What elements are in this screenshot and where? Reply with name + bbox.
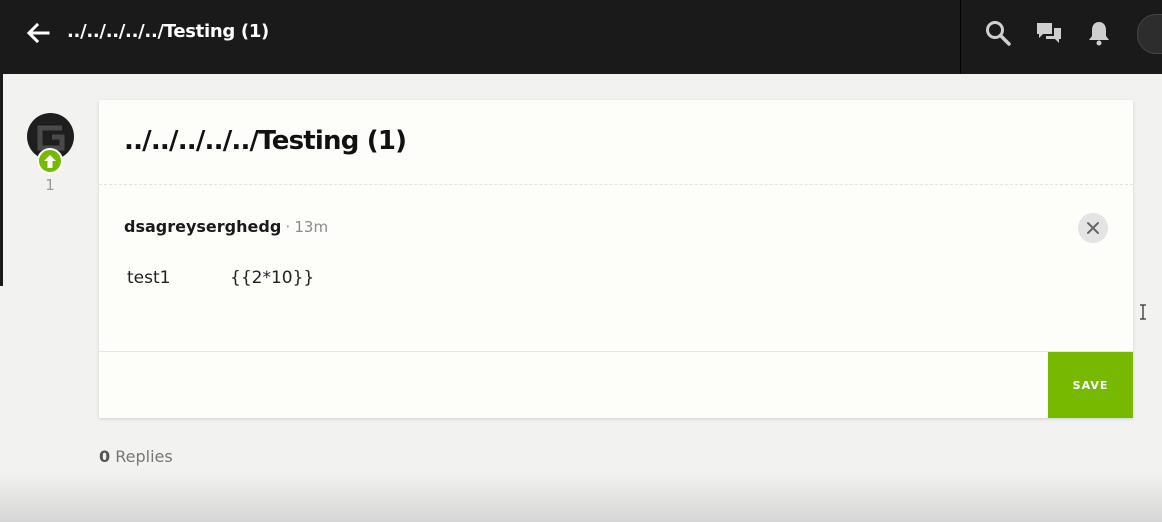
save-button[interactable]: SAVE: [1048, 352, 1133, 418]
chat-button[interactable]: [1034, 18, 1064, 48]
arrow-up-icon: [44, 154, 56, 168]
left-edge-strip: [0, 74, 3, 286]
post-title: ../../../../../Testing (1): [124, 126, 407, 156]
comment-body-cell-2[interactable]: {{2*10}}: [230, 268, 314, 288]
meta-separator: ·: [285, 217, 291, 236]
logo-icon: [37, 125, 64, 150]
notifications-button[interactable]: [1084, 18, 1114, 48]
chat-icon: [1037, 23, 1061, 43]
replies-number: 0: [99, 447, 111, 466]
upvote-button[interactable]: [37, 148, 63, 174]
title-divider: [99, 184, 1133, 185]
replies-label: Replies: [115, 447, 173, 466]
bottom-shadow: [0, 472, 1162, 522]
close-button[interactable]: [1078, 213, 1108, 243]
top-bar-title: ../../../../../Testing (1): [67, 21, 269, 42]
back-arrow-icon: [26, 22, 50, 44]
timestamp: 13m: [294, 218, 329, 236]
top-bar: ../../../../../Testing (1): [0, 0, 1162, 74]
search-button[interactable]: [983, 18, 1013, 48]
search-icon: [986, 21, 1011, 46]
replies-count: 0 Replies: [99, 447, 173, 466]
post-card: ../../../../../Testing (1) dsagreyserghe…: [99, 100, 1133, 418]
top-bar-divider: [960, 0, 961, 74]
user-avatar[interactable]: [1137, 14, 1162, 54]
author-name[interactable]: dsagreyserghedg: [124, 217, 281, 236]
vote-count: 1: [45, 176, 55, 194]
comment-meta: dsagreyserghedg · 13m: [124, 217, 328, 236]
editor-divider: [99, 351, 1133, 352]
back-button[interactable]: [22, 18, 54, 48]
text-cursor-icon: [1140, 304, 1146, 320]
close-icon: [1087, 222, 1099, 234]
comment-body-cell-1[interactable]: test1: [127, 268, 170, 288]
bell-icon: [1089, 22, 1109, 46]
